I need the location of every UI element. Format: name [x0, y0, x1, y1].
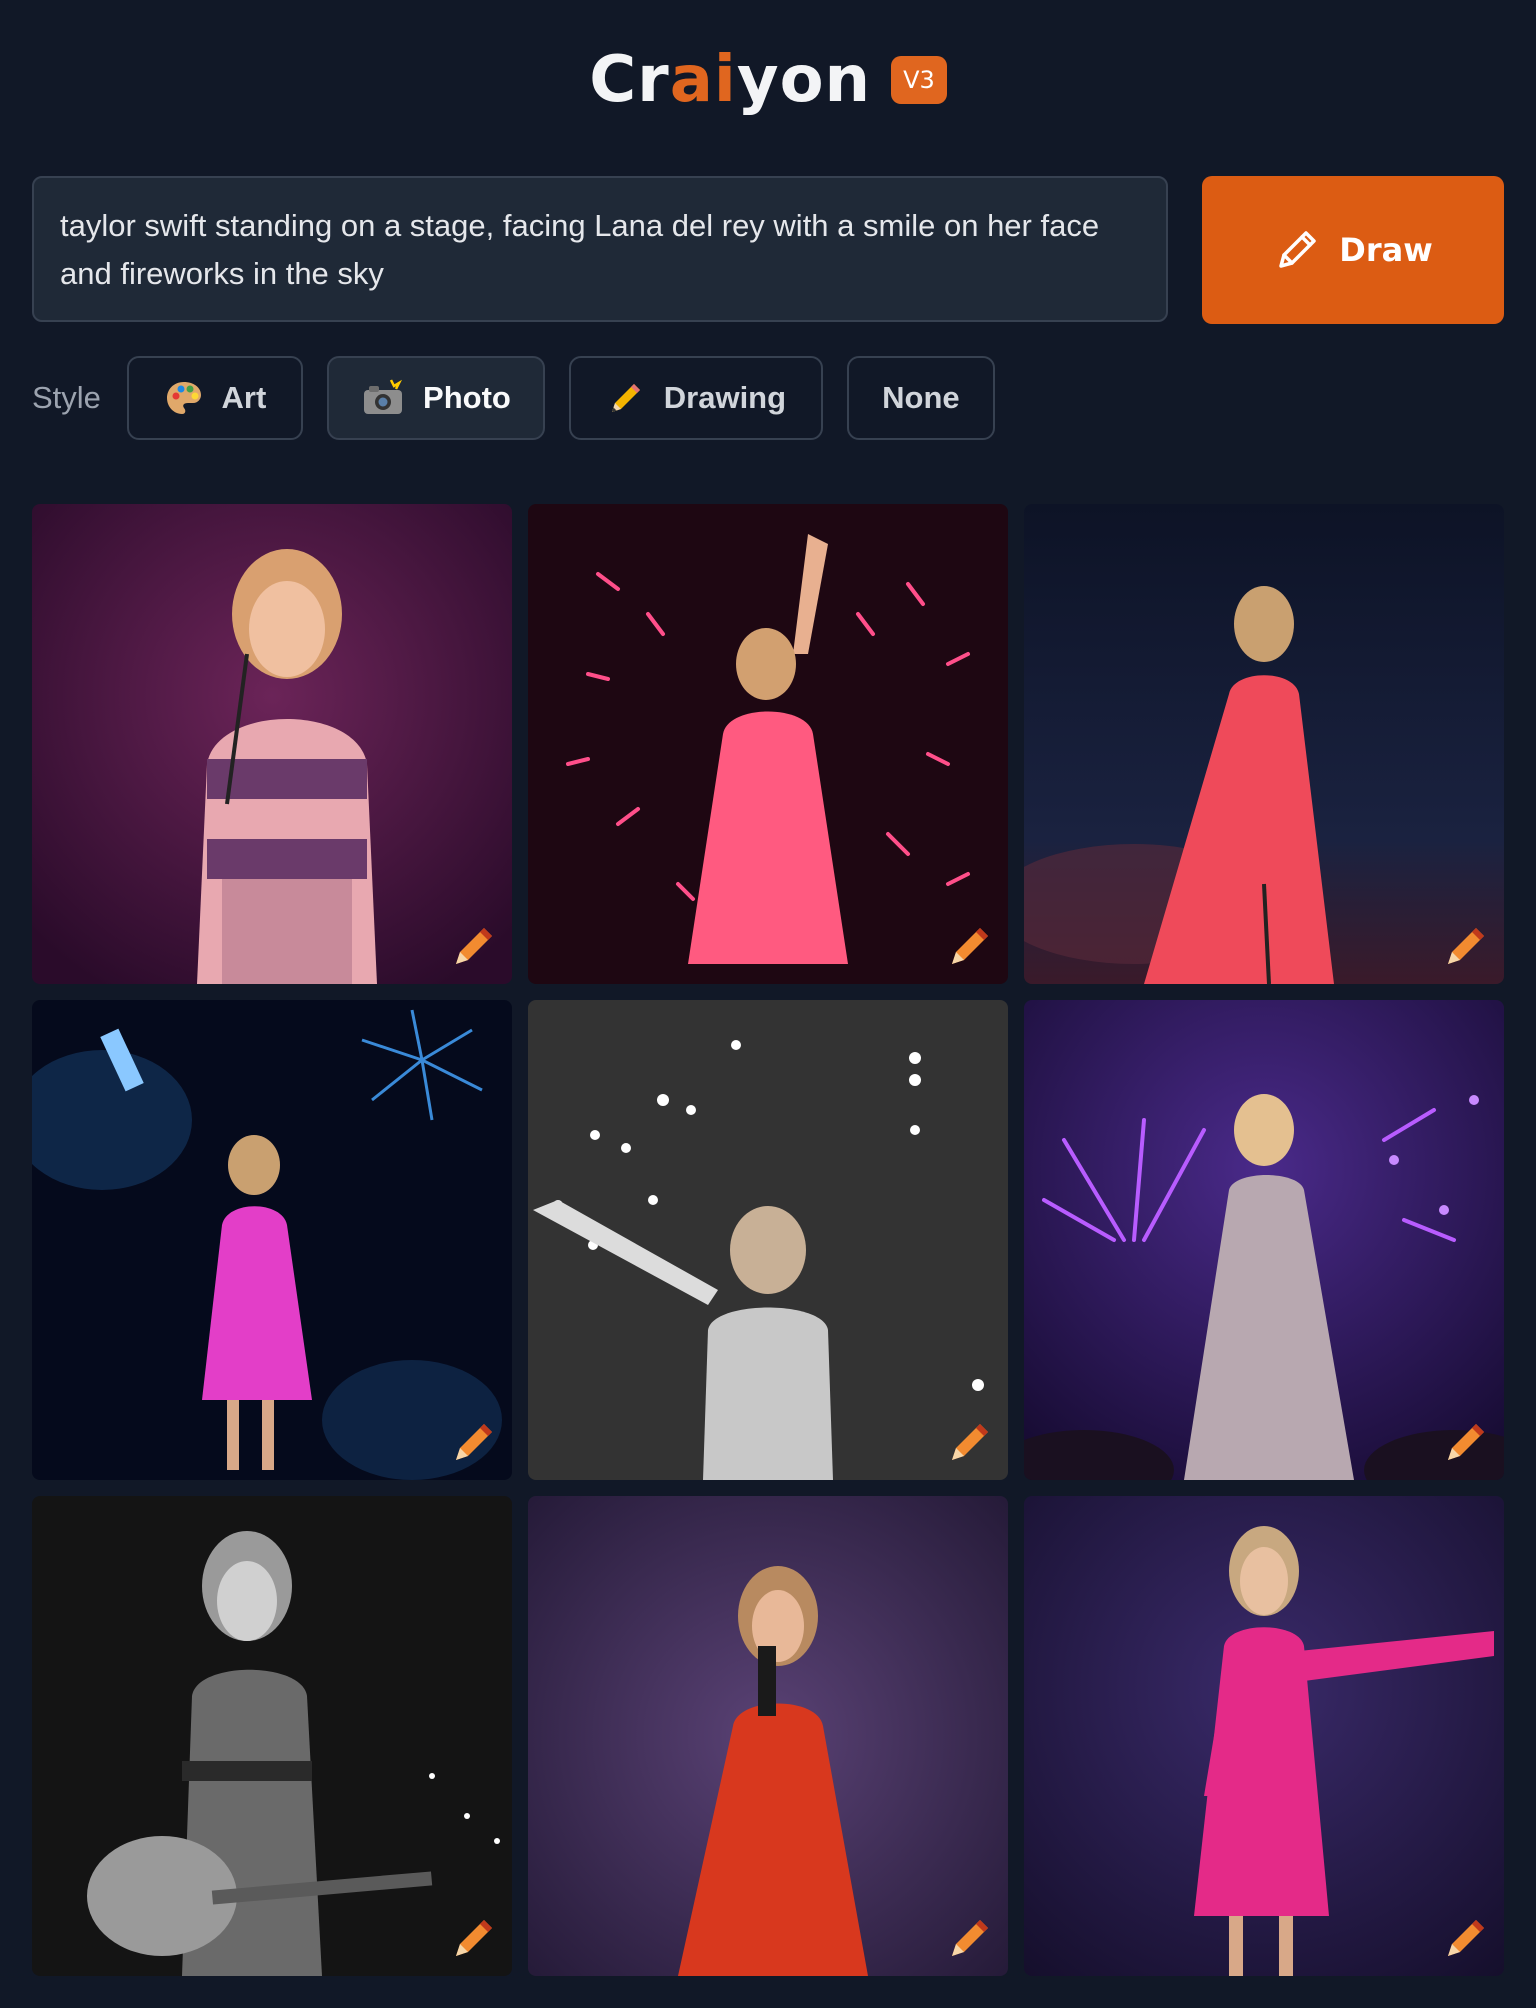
prompt-text: taylor swift standing on a stage, facing… — [60, 208, 1100, 291]
style-option-label: Drawing — [663, 380, 787, 415]
image-scene — [32, 1496, 512, 1976]
edit-pencil-icon[interactable] — [946, 1914, 994, 1962]
image-scene — [1024, 504, 1504, 984]
logo-text-end: yon — [736, 43, 872, 117]
camera-flash-icon — [361, 378, 405, 418]
logo-text-accent-i: i — [713, 43, 737, 117]
edit-pencil-icon[interactable] — [946, 922, 994, 970]
prompt-input[interactable]: taylor swift standing on a stage, facing… — [32, 176, 1168, 322]
generated-image-6[interactable] — [1024, 1000, 1504, 1480]
version-badge: V3 — [891, 56, 947, 104]
generated-image-2[interactable] — [528, 504, 1008, 984]
header: Cr a i yon V3 — [0, 40, 1536, 120]
style-option-label: Art — [221, 380, 267, 415]
generated-image-7[interactable] — [32, 1496, 512, 1976]
draw-button-label: Draw — [1339, 231, 1433, 269]
logo-text-start: Cr — [589, 43, 670, 117]
style-option-none[interactable]: None — [846, 356, 995, 440]
style-option-label: None — [882, 380, 960, 415]
palette-icon — [164, 378, 204, 418]
style-selector: Style Art Photo Drawing None — [32, 356, 1019, 440]
generated-image-9[interactable] — [1024, 1496, 1504, 1976]
craiyon-page: Cr a i yon V3 taylor swift standing on a st… — [0, 0, 1536, 2008]
edit-pencil-icon[interactable] — [1442, 1914, 1490, 1962]
image-scene — [32, 1000, 512, 1480]
image-scene — [1024, 1000, 1504, 1480]
style-option-photo[interactable]: Photo — [326, 356, 545, 440]
generated-image-5[interactable] — [528, 1000, 1008, 1480]
style-option-art[interactable]: Art — [126, 356, 303, 440]
pencil-emoji-icon — [606, 378, 646, 418]
generated-image-4[interactable] — [32, 1000, 512, 1480]
image-scene — [1024, 1496, 1504, 1976]
image-grid — [32, 504, 1504, 1976]
logo-text-accent-a: a — [669, 43, 714, 117]
edit-pencil-icon[interactable] — [450, 922, 498, 970]
draw-button[interactable]: Draw — [1202, 176, 1504, 324]
image-scene — [528, 1000, 1008, 1480]
edit-pencil-icon[interactable] — [1442, 1418, 1490, 1466]
style-label: Style — [32, 380, 101, 415]
style-option-drawing[interactable]: Drawing — [568, 356, 823, 440]
generated-image-8[interactable] — [528, 1496, 1008, 1976]
style-option-label: Photo — [423, 380, 511, 415]
edit-pencil-icon[interactable] — [450, 1914, 498, 1962]
image-scene — [528, 1496, 1008, 1976]
generated-image-1[interactable] — [32, 504, 512, 984]
edit-pencil-icon[interactable] — [1442, 922, 1490, 970]
pencil-icon — [1279, 231, 1316, 268]
generated-image-3[interactable] — [1024, 504, 1504, 984]
image-scene — [528, 504, 1008, 984]
craiyon-logo[interactable]: Cr a i yon V3 — [589, 43, 947, 117]
edit-pencil-icon[interactable] — [450, 1418, 498, 1466]
image-scene — [32, 504, 512, 984]
edit-pencil-icon[interactable] — [946, 1418, 994, 1466]
